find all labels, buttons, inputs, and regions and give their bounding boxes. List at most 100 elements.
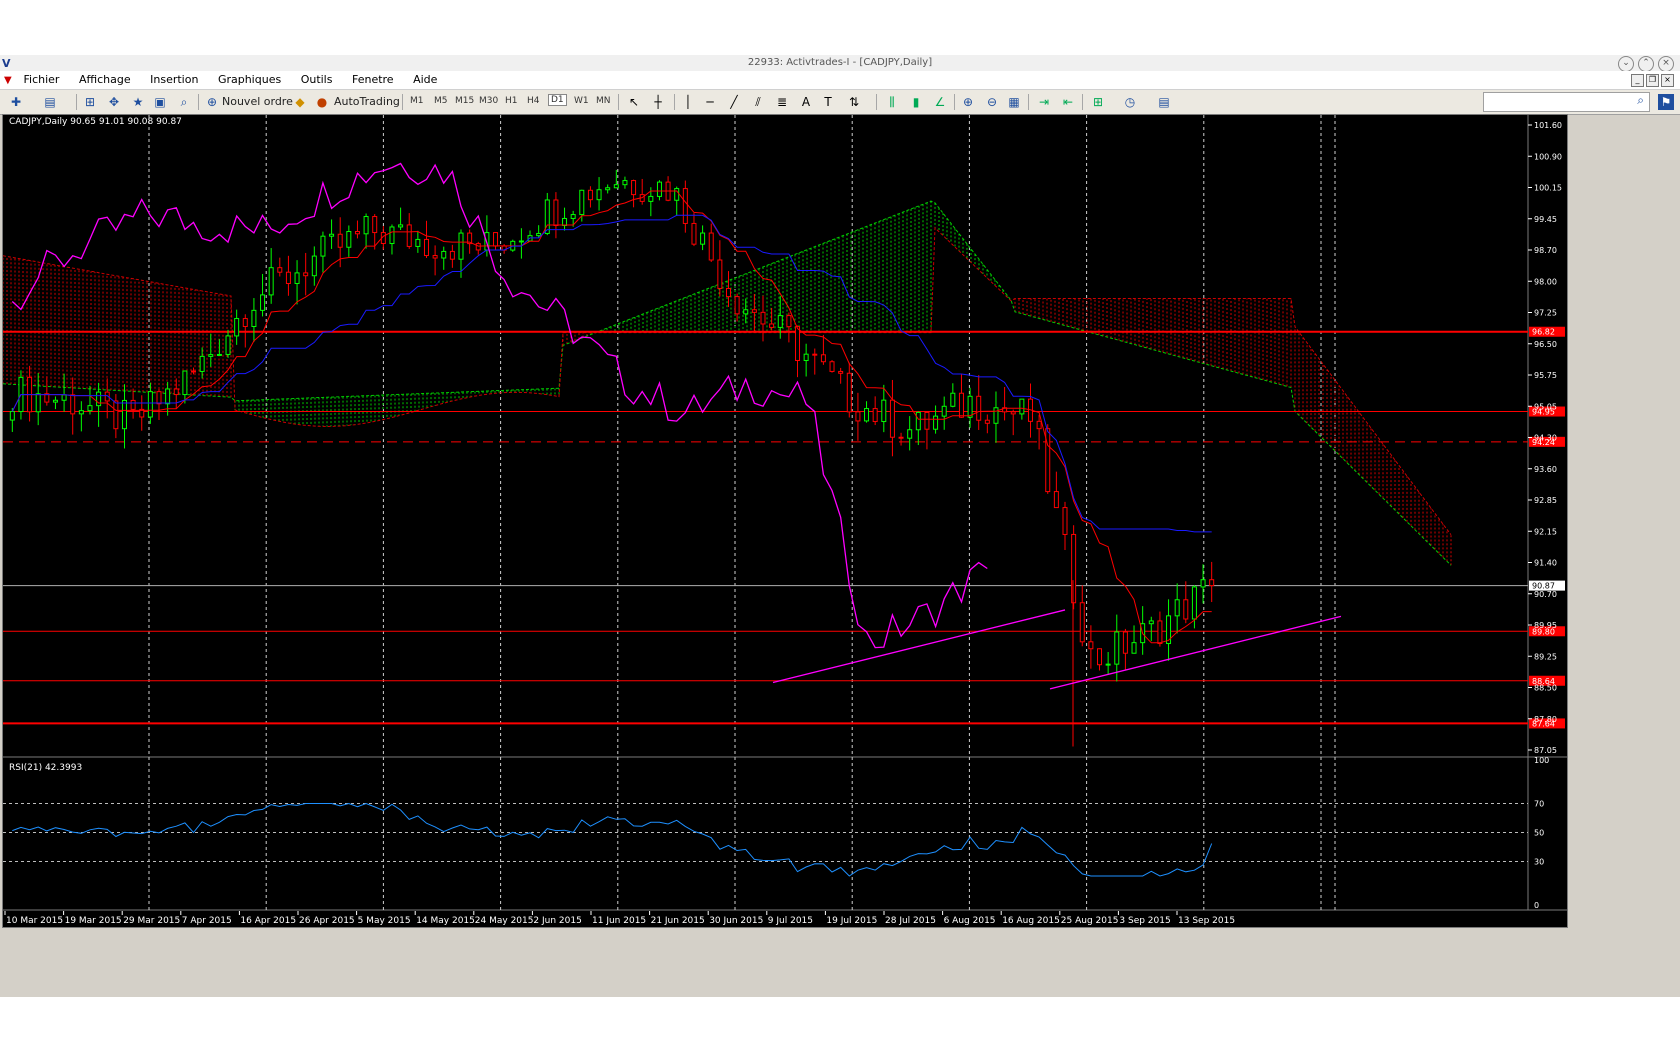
time-label: 19 Jul 2015 bbox=[826, 916, 877, 926]
candle-body bbox=[855, 411, 861, 422]
tf-m1[interactable]: M1 bbox=[410, 96, 424, 106]
vertical-line-icon[interactable]: │ bbox=[680, 94, 696, 110]
arrows-icon[interactable]: ⇅ bbox=[846, 94, 862, 110]
menu-fichier[interactable]: Fichier bbox=[16, 71, 68, 89]
time-label: 14 May 2015 bbox=[416, 916, 475, 926]
terminal-icon[interactable]: ▣ bbox=[152, 94, 168, 110]
menu-fenetre[interactable]: Fenetre bbox=[344, 71, 402, 89]
trendline-icon[interactable]: ╱ bbox=[726, 94, 742, 110]
candle-body bbox=[605, 187, 611, 191]
menu-aide[interactable]: Aide bbox=[405, 71, 445, 89]
candle-body bbox=[1200, 579, 1206, 588]
candle-body bbox=[242, 318, 248, 327]
search-icon[interactable]: ⌕ bbox=[1637, 93, 1644, 108]
tile-windows-icon[interactable]: ▦ bbox=[1006, 94, 1022, 110]
chart-shift-icon[interactable]: ⇤ bbox=[1060, 94, 1076, 110]
child-minimize-icon[interactable]: _ bbox=[1631, 74, 1644, 87]
candle-body bbox=[820, 354, 826, 363]
tf-h4[interactable]: H4 bbox=[527, 96, 540, 106]
candle-body bbox=[260, 294, 266, 311]
new-order-icon[interactable]: ⊕ bbox=[204, 94, 220, 110]
candle-body bbox=[96, 391, 102, 407]
child-restore-icon[interactable]: ❐ bbox=[1646, 74, 1659, 87]
close-button[interactable]: × bbox=[1658, 56, 1674, 72]
zoom-out-icon[interactable]: ⊖ bbox=[984, 94, 1000, 110]
candle-body bbox=[1079, 602, 1085, 643]
horizontal-line-icon[interactable]: ─ bbox=[702, 94, 718, 110]
tf-m5[interactable]: M5 bbox=[434, 96, 448, 106]
candle-body bbox=[674, 188, 680, 201]
cadjpy-chart-svg[interactable]: 96.8294.9594.2489.8088.6487.6490.87 101.… bbox=[2, 115, 1567, 927]
candle-body bbox=[52, 399, 58, 403]
candle-body bbox=[631, 180, 637, 196]
market-watch-icon[interactable]: ⊞ bbox=[82, 94, 98, 110]
child-close-icon[interactable]: × bbox=[1661, 74, 1674, 87]
horizontal-levels: 96.8294.9594.2489.8088.6487.6490.87 bbox=[3, 326, 1565, 729]
child-window-icon[interactable]: ▼ bbox=[0, 75, 12, 86]
periods-icon[interactable]: ◷ bbox=[1122, 94, 1138, 110]
tf-m30[interactable]: M30 bbox=[479, 96, 498, 106]
candle-body bbox=[285, 271, 291, 284]
strategy-tester-icon[interactable]: ⌕ bbox=[176, 94, 192, 110]
navigator-icon[interactable]: ★ bbox=[130, 94, 146, 110]
indicators-icon[interactable]: ⊞ bbox=[1090, 94, 1106, 110]
menu-outils[interactable]: Outils bbox=[293, 71, 341, 89]
autotrading-button[interactable]: AutoTrading bbox=[334, 93, 400, 111]
cursor-icon[interactable]: ↖ bbox=[626, 94, 642, 110]
autotrading-icon[interactable]: ● bbox=[314, 94, 330, 110]
text-icon[interactable]: A bbox=[798, 94, 814, 110]
search-input[interactable] bbox=[1483, 92, 1650, 112]
profiles-icon[interactable]: ▤ bbox=[42, 94, 58, 110]
candle-body bbox=[864, 408, 870, 422]
tf-m15[interactable]: M15 bbox=[455, 96, 474, 106]
line-chart-icon[interactable]: ∠ bbox=[932, 94, 948, 110]
maximize-button[interactable]: ⌃ bbox=[1638, 56, 1654, 72]
tf-mn[interactable]: MN bbox=[596, 96, 611, 106]
chart-header: CADJPY,Daily 90.65 91.01 90.08 90.87 bbox=[9, 117, 182, 127]
tf-w1[interactable]: W1 bbox=[574, 96, 589, 106]
metaeditor-icon[interactable]: ◆ bbox=[292, 94, 308, 110]
candle-body bbox=[130, 399, 136, 410]
candle-body bbox=[329, 233, 335, 237]
menu-graphiques[interactable]: Graphiques bbox=[210, 71, 289, 89]
auto-scroll-icon[interactable]: ⇥ bbox=[1036, 94, 1052, 110]
menu-affichage[interactable]: Affichage bbox=[71, 71, 139, 89]
candle-body bbox=[950, 392, 956, 407]
candle-body bbox=[449, 250, 455, 260]
tf-d1[interactable]: D1 bbox=[548, 94, 567, 106]
bar-chart-icon[interactable]: ⫼ bbox=[884, 94, 900, 110]
candlesticks bbox=[9, 169, 1215, 747]
equidistant-channel-icon[interactable]: ⫽ bbox=[750, 94, 766, 110]
time-label: 13 Sep 2015 bbox=[1178, 916, 1235, 926]
data-window-icon[interactable]: ✥ bbox=[106, 94, 122, 110]
candle-body bbox=[372, 216, 378, 234]
templates-icon[interactable]: ▤ bbox=[1156, 94, 1172, 110]
candle-body bbox=[648, 195, 654, 202]
candle-body bbox=[622, 180, 628, 186]
zoom-in-icon[interactable]: ⊕ bbox=[960, 94, 976, 110]
community-icon[interactable]: ⚑ bbox=[1658, 94, 1674, 110]
candle-body bbox=[1053, 491, 1059, 509]
candle-body bbox=[967, 395, 973, 418]
time-label: 28 Jul 2015 bbox=[885, 916, 936, 926]
candle-body bbox=[268, 267, 274, 296]
new-order-button[interactable]: Nouvel ordre bbox=[222, 93, 293, 111]
minimize-button[interactable]: ⌄ bbox=[1618, 56, 1634, 72]
crosshair-icon[interactable]: ┼ bbox=[650, 94, 666, 110]
candle-body bbox=[958, 392, 964, 418]
new-chart-icon[interactable]: ✚ bbox=[8, 94, 24, 110]
candle-body bbox=[553, 199, 559, 226]
menu-insertion[interactable]: Insertion bbox=[142, 71, 206, 89]
candle-body bbox=[1183, 599, 1189, 620]
tf-h1[interactable]: H1 bbox=[505, 96, 518, 106]
text-label-icon[interactable]: T bbox=[820, 94, 836, 110]
window-controls: ⌄ ⌃ × bbox=[1614, 55, 1674, 72]
rsi-line bbox=[12, 802, 1213, 877]
candle-body bbox=[613, 184, 619, 189]
candle-body bbox=[1045, 428, 1051, 493]
time-label: 10 Mar 2015 bbox=[6, 916, 63, 926]
chart-window[interactable]: 96.82 94.95 94.24 89.80 88.64 87.64 90.87 101.… bbox=[2, 114, 1568, 928]
candlesticks-icon[interactable]: ▮ bbox=[908, 94, 924, 110]
fibonacci-icon[interactable]: ≣ bbox=[774, 94, 790, 110]
candle-body bbox=[579, 189, 585, 216]
